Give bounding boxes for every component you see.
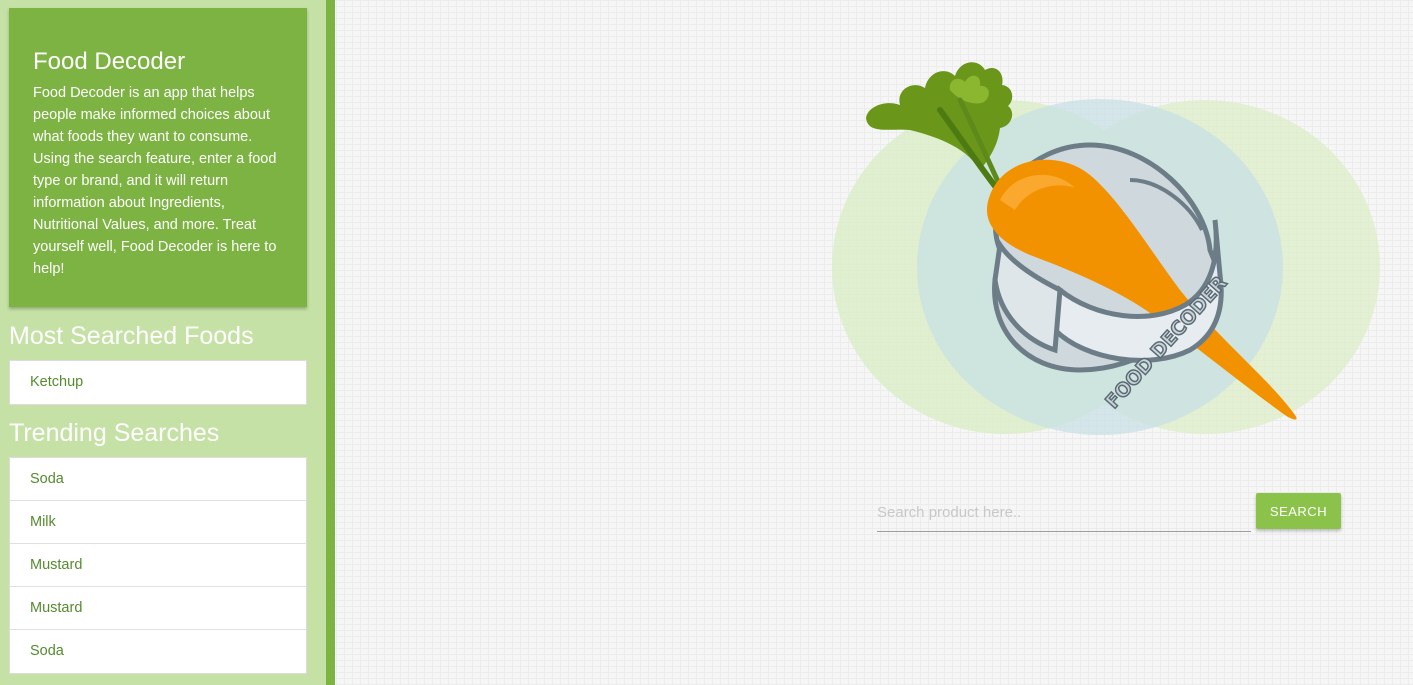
search-button[interactable]: SEARCH [1256, 493, 1341, 529]
most-searched-title: Most Searched Foods [9, 322, 254, 350]
list-item[interactable]: Mustard [10, 587, 306, 630]
list-item[interactable]: Ketchup [10, 361, 306, 404]
sidebar-edge-bar [326, 0, 335, 685]
about-description: Food Decoder is an app that helps people… [33, 85, 277, 277]
food-decoder-logo: FOOD DECODER [832, 62, 1380, 435]
about-card: Food Decoder Food Decoder is an app that… [9, 8, 307, 307]
list-item[interactable]: Soda [10, 630, 306, 673]
list-item[interactable]: Mustard [10, 544, 306, 587]
trending-searches-list: Soda Milk Mustard Mustard Soda [9, 457, 307, 674]
list-item[interactable]: Milk [10, 501, 306, 544]
trending-searches-title: Trending Searches [9, 419, 220, 447]
list-item[interactable]: Soda [10, 458, 306, 501]
about-title: Food Decoder [33, 48, 186, 75]
most-searched-list: Ketchup [9, 360, 307, 405]
search-input[interactable] [877, 494, 1251, 532]
